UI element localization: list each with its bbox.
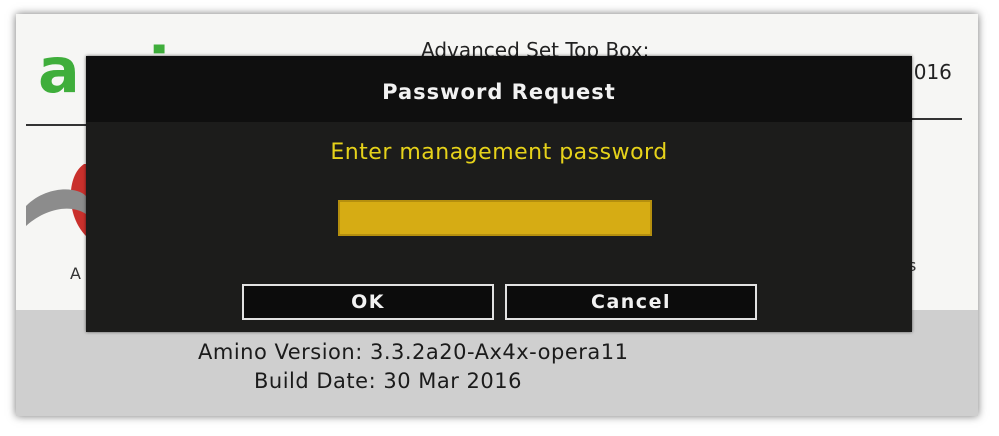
build-date-line: Build Date: 30 Mar 2016 <box>254 369 522 393</box>
password-input[interactable] <box>338 200 652 236</box>
ok-button[interactable]: OK <box>242 284 494 320</box>
cancel-button-label: Cancel <box>591 291 671 313</box>
dialog-titlebar: Password Request <box>86 56 912 122</box>
divider-left <box>26 124 86 126</box>
version-line: Amino Version: 3.3.2a20-Ax4x-opera11 <box>198 340 629 364</box>
dialog-body: Enter management password OK Cancel <box>86 122 912 332</box>
ok-button-label: OK <box>351 291 385 313</box>
tv-screen: amino Advanced Set Top Box: 2016 A s Ami… <box>16 14 978 416</box>
password-prompt: Enter management password <box>330 140 668 165</box>
divider-right <box>912 118 962 120</box>
password-dialog: Password Request Enter management passwo… <box>86 56 912 332</box>
dialog-title: Password Request <box>382 80 616 104</box>
obscured-text-left: A <box>70 264 81 283</box>
cancel-button[interactable]: Cancel <box>505 284 757 320</box>
photo-frame: amino Advanced Set Top Box: 2016 A s Ami… <box>16 14 978 416</box>
